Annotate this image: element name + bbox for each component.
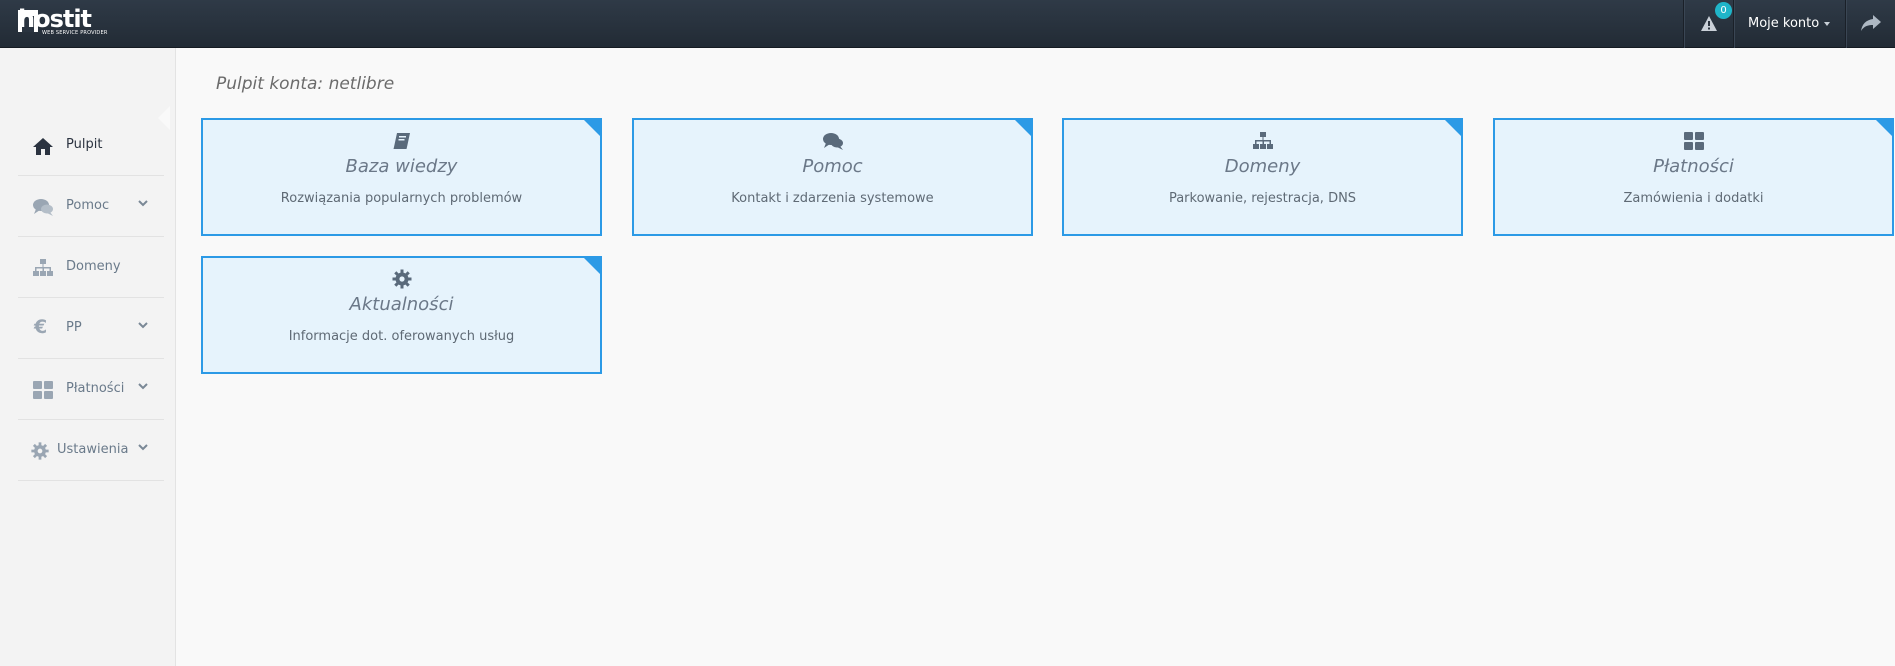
tile-pomoc[interactable]: Pomoc Kontakt i zdarzenia systemowe bbox=[632, 118, 1033, 236]
chevron-down-icon bbox=[138, 444, 148, 451]
sidebar-item-pp[interactable]: € PP bbox=[18, 298, 164, 359]
grid-icon bbox=[1683, 132, 1704, 150]
active-indicator bbox=[158, 106, 170, 130]
tile-corner bbox=[1444, 120, 1461, 137]
caret-down-icon bbox=[1824, 21, 1831, 26]
sidebar-item-label: PP bbox=[66, 320, 82, 335]
top-bar: hostit WEB SERVICE PROVIDER 0 Moje konto bbox=[0, 0, 1895, 48]
chevron-down-icon bbox=[138, 200, 148, 207]
tile-subtitle: Informacje dot. oferowanych usług bbox=[288, 329, 515, 344]
sidebar-item-label: Pomoc bbox=[66, 198, 110, 213]
tile-subtitle: Rozwiązania popularnych problemów bbox=[280, 191, 523, 206]
logo-tagline: WEB SERVICE PROVIDER bbox=[42, 30, 108, 36]
tile-domeny[interactable]: Domeny Parkowanie, rejestracja, DNS bbox=[1062, 118, 1463, 236]
sidebar-item-domeny[interactable]: Domeny bbox=[18, 237, 164, 298]
sitemap-icon bbox=[1252, 132, 1273, 149]
sidebar-nav: Pulpit Pomoc Domeny € PP Płatności Ustaw… bbox=[18, 115, 164, 481]
logout-button[interactable] bbox=[1847, 0, 1895, 48]
tile-title: Aktualności bbox=[349, 294, 454, 315]
sidebar-item-pomoc[interactable]: Pomoc bbox=[18, 176, 164, 237]
logo-text: hostit bbox=[18, 5, 92, 33]
alerts-badge: 0 bbox=[1715, 2, 1732, 19]
sidebar-item-label: Ustawienia bbox=[57, 442, 129, 457]
account-label: Moje konto bbox=[1748, 16, 1820, 31]
tile-platnosci[interactable]: Płatności Zamówienia i dodatki bbox=[1493, 118, 1894, 236]
topbar-divider bbox=[1683, 0, 1684, 48]
topbar-divider bbox=[1733, 0, 1734, 48]
sidebar-item-platnosci[interactable]: Płatności bbox=[18, 359, 164, 420]
euro-icon: € bbox=[34, 316, 48, 338]
tile-corner bbox=[1875, 120, 1892, 137]
sidebar-item-label: Domeny bbox=[66, 259, 121, 274]
sidebar-item-label: Płatności bbox=[66, 381, 125, 396]
chevron-down-icon bbox=[138, 383, 148, 390]
tile-title: Pomoc bbox=[802, 156, 863, 177]
tile-aktualnosci[interactable]: Aktualności Informacje dot. oferowanych … bbox=[201, 256, 602, 374]
sidebar-item-label: Pulpit bbox=[66, 137, 103, 152]
tile-title: Domeny bbox=[1224, 156, 1301, 177]
grid-icon bbox=[33, 381, 53, 399]
account-menu-button[interactable]: Moje konto bbox=[1735, 0, 1845, 48]
tile-subtitle: Kontakt i zdarzenia systemowe bbox=[731, 191, 934, 206]
hostit-logo[interactable]: hostit WEB SERVICE PROVIDER bbox=[18, 5, 114, 38]
tile-corner bbox=[1014, 120, 1031, 137]
tile-subtitle: Zamówienia i dodatki bbox=[1623, 191, 1764, 206]
share-arrow-icon bbox=[1861, 15, 1881, 31]
gear-icon bbox=[392, 269, 411, 289]
warning-icon bbox=[1701, 16, 1717, 31]
sidebar: Pulpit Pomoc Domeny € PP Płatności Ustaw… bbox=[0, 48, 176, 666]
chevron-down-icon bbox=[138, 322, 148, 329]
tile-baza-wiedzy[interactable]: Baza wiedzy Rozwiązania popularnych prob… bbox=[201, 118, 602, 236]
home-icon bbox=[33, 138, 53, 155]
tile-corner bbox=[583, 258, 600, 275]
tile-title: Płatności bbox=[1653, 156, 1734, 177]
alerts-button[interactable]: 0 bbox=[1685, 0, 1733, 48]
topbar-divider bbox=[1845, 0, 1846, 48]
tile-title: Baza wiedzy bbox=[345, 156, 458, 177]
tile-subtitle: Parkowanie, rejestracja, DNS bbox=[1168, 191, 1357, 206]
page-title: Pulpit konta: netlibre bbox=[216, 74, 395, 94]
gear-icon bbox=[31, 442, 49, 460]
comments-icon bbox=[822, 133, 843, 150]
comments-icon bbox=[33, 199, 53, 216]
sidebar-item-pulpit[interactable]: Pulpit bbox=[18, 115, 164, 176]
tile-corner bbox=[583, 120, 600, 137]
book-icon bbox=[393, 133, 410, 149]
sitemap-icon bbox=[33, 259, 53, 276]
sidebar-item-ustawienia[interactable]: Ustawienia bbox=[18, 420, 164, 481]
